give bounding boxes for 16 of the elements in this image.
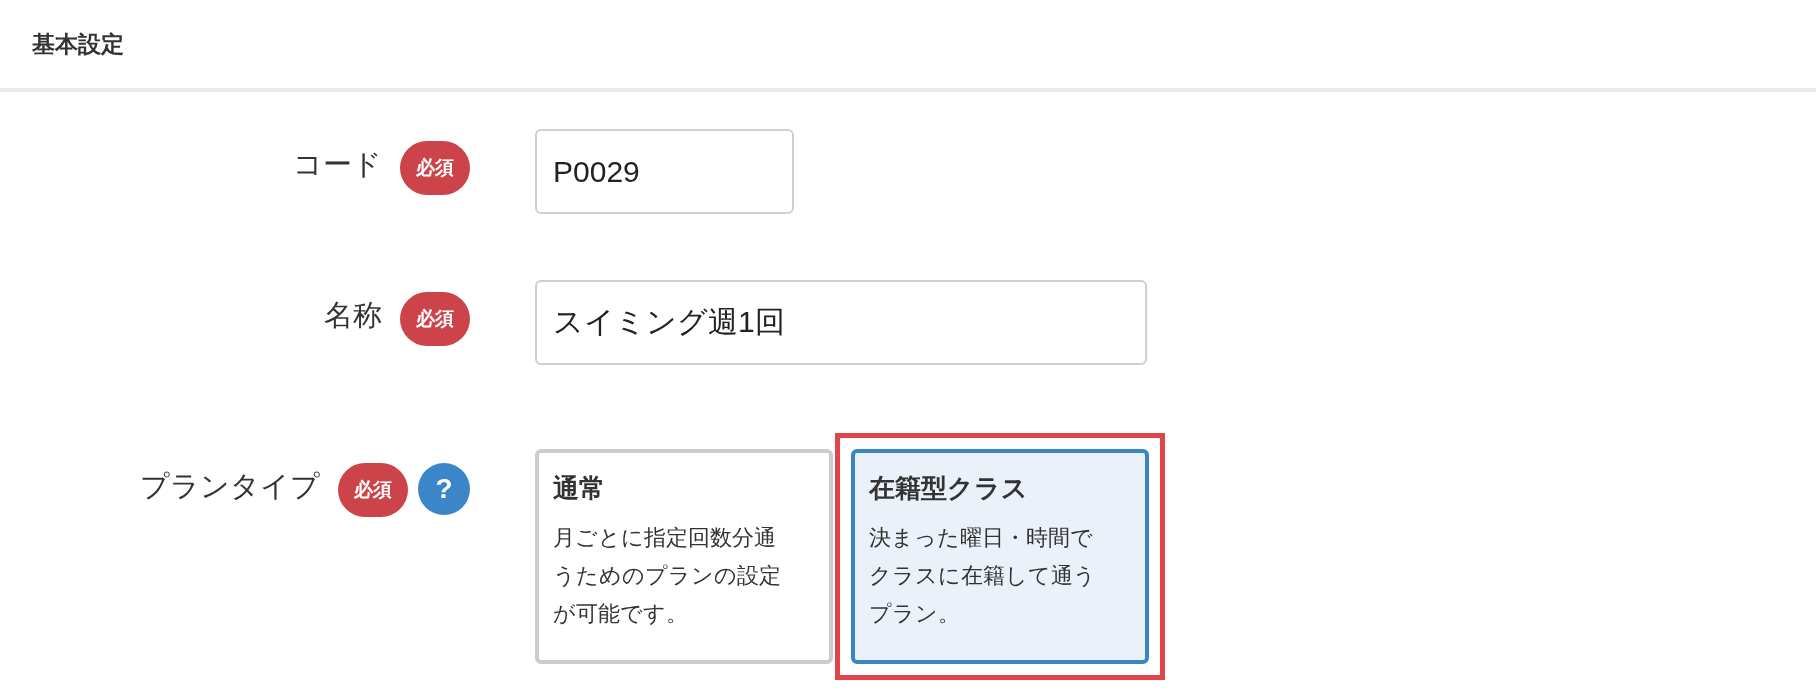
- field-label: 名称: [324, 298, 382, 333]
- card-description: 決まった曜日・時間でクラスに在籍して通うプラン。: [869, 524, 1097, 628]
- required-badge: 必須: [400, 292, 470, 346]
- required-badge: 必須: [338, 463, 408, 517]
- plan-type-card[interactable]: 通常 月ごとに指定回数分通うためのプランの設定が可能です。: [535, 449, 833, 664]
- card-description: 月ごとに指定回数分通うためのプランの設定が可能です。: [553, 524, 782, 628]
- text-field[interactable]: P0029: [535, 129, 794, 214]
- text-field[interactable]: スイミング週1回: [535, 280, 1147, 365]
- plan-type-card[interactable]: 在籍型クラス 決まった曜日・時間でクラスに在籍して通うプラン。: [851, 449, 1149, 664]
- field-label: コード: [293, 147, 382, 182]
- card-title: 在籍型クラス: [869, 472, 1029, 505]
- section-title: 基本設定: [32, 29, 124, 59]
- field-label: プランタイプ: [140, 469, 320, 504]
- card-title: 通常: [553, 472, 606, 505]
- help-icon[interactable]: ?: [418, 463, 470, 515]
- required-badge: 必須: [400, 141, 470, 195]
